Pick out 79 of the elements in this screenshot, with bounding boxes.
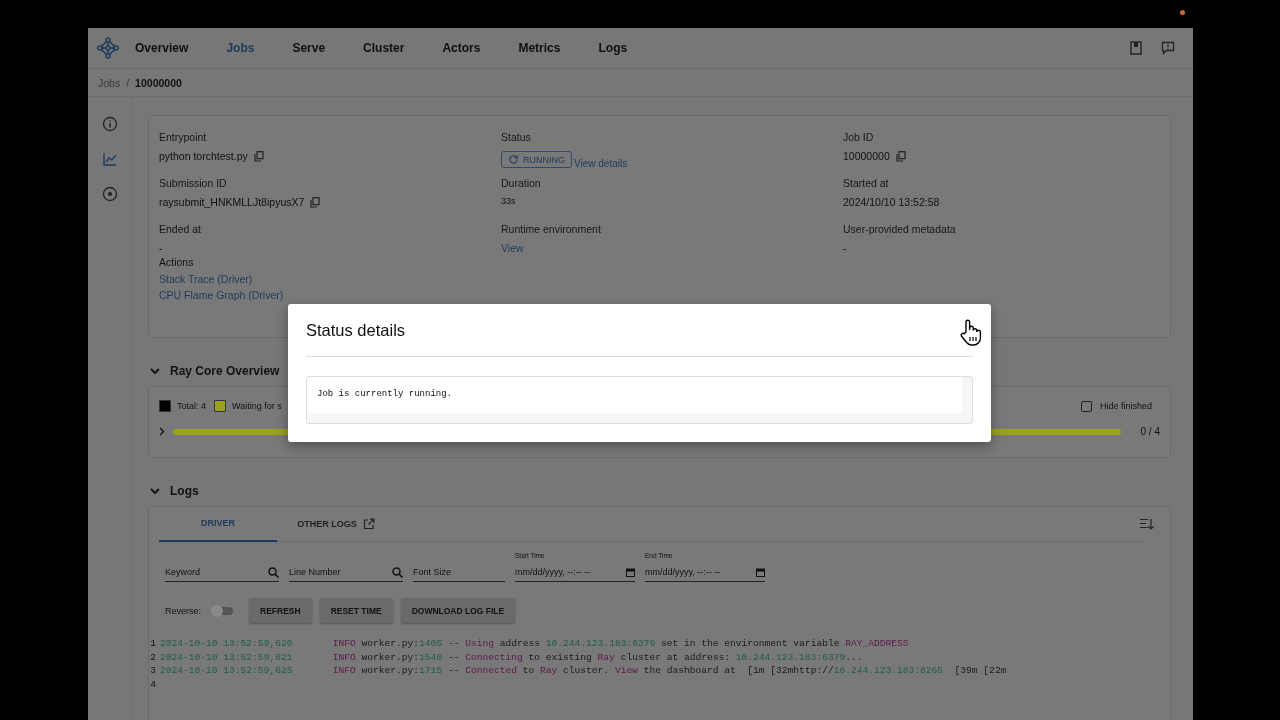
nav-tab[interactable]: Overview [135,41,189,55]
search-icon[interactable] [268,566,279,578]
action-link[interactable]: CPU Flame Graph (Driver) [159,289,1160,301]
chevron-down-icon[interactable] [150,367,160,375]
log-tab[interactable]: OTHER LOGS [277,507,395,541]
action-button[interactable]: DOWNLOAD LOG FILE [400,598,516,623]
hand-cursor-icon [959,318,983,346]
chevron-right-icon[interactable] [159,427,165,436]
view-details-link[interactable]: View details [574,158,628,169]
nav-tab[interactable]: Serve [292,41,326,55]
field-label: Duration [501,177,542,189]
field-label: Runtime environment [501,223,602,235]
nav-tab[interactable]: Cluster [363,41,405,55]
field-label: Job ID [843,131,875,143]
info-icon[interactable] [102,116,118,132]
external-link-icon[interactable] [362,518,375,530]
view-link[interactable]: View [501,242,524,254]
log-line: 2024-10-10 13:52:59,625 INFO worker.py:1715 -- Connected to Ray cluster. View the dashboard at [1m [32mhttp://10.244.123.183:8265 [39m [22m [160,664,1007,678]
log-line: 2024-10-10 13:52:59,620 INFO worker.py:1405 -- Using address 10.244.123.183:6379 set in the environment variable RAY_ADDRESS [160,637,909,651]
sort-icon[interactable] [1140,518,1154,530]
section-title: Ray Core Overview [170,364,280,378]
toggle-switch[interactable] [213,606,233,615]
recording-dot-icon [1180,10,1185,15]
field-label: Status [501,131,532,143]
copy-icon[interactable] [253,150,264,162]
line-number: 2 [150,650,156,664]
actions-label: Actions [159,256,195,268]
nav-tab[interactable]: Metrics [518,41,561,55]
section-title: Logs [170,484,199,498]
nav-tab[interactable]: Logs [598,41,628,55]
field-label: Started at [843,177,890,189]
action-link[interactable]: Stack Trace (Driver) [159,273,1160,285]
logo-icon[interactable] [97,37,119,59]
input-field[interactable]: Line Number [289,563,403,582]
feedback-icon[interactable] [1161,41,1175,55]
legend-label: Waiting for s [232,401,282,411]
checkbox[interactable] [1080,400,1092,412]
dialog-title: Status details [306,320,406,340]
field-value: raysubmit_HNKMLLJt8ipyusX7 [159,196,305,208]
line-number: 4 [150,677,156,691]
log-tab[interactable]: DRIVER [159,506,277,542]
input-field[interactable]: Keyword [165,563,279,582]
breadcrumb-separator: / [126,76,130,89]
field-value: - [159,242,163,254]
target-icon[interactable] [102,186,118,202]
field-label: Entrypoint [159,131,208,143]
action-button[interactable]: RESET TIME [319,598,393,623]
copy-icon[interactable] [895,150,906,162]
date-field[interactable]: mm/dd/yyyy, --:-- -- [515,563,635,582]
copy-icon[interactable] [310,196,321,208]
line-number: 3 [150,664,156,678]
field-value: 10000000 [843,150,890,162]
field-value: python torchtest.py [159,150,248,162]
line-number: 1 [150,637,156,651]
checkbox-label: Hide finished [1099,401,1152,411]
field-label: Ended at [159,223,203,235]
log-line: 2024-10-10 13:52:59,621 INFO worker.py:1540 -- Connecting to existing Ray cluster at address: 10.244.123.183:6379... [160,650,863,664]
field-label: Submission ID [159,177,228,189]
input-field[interactable]: Font Size [413,563,505,582]
status-badge: RUNNING [501,151,572,168]
calendar-icon[interactable] [756,567,765,577]
toggle-label: Reverse: [165,605,201,616]
chart-icon[interactable] [102,151,118,167]
search-icon[interactable] [392,566,403,578]
chevron-down-icon[interactable] [150,487,160,495]
nav-tab[interactable]: Jobs [226,41,255,55]
action-button[interactable]: REFRESH [249,598,312,623]
field-label: User-provided metadata [843,223,957,235]
status-message: Job is currently running. [317,389,453,399]
book-icon[interactable] [1129,41,1143,55]
date-field[interactable]: mm/dd/yyyy, --:-- -- [645,563,765,582]
field-value: 33s [501,196,516,206]
breadcrumb-current: 10000000 [135,76,182,89]
field-value: 2024/10/10 13:52:58 [843,196,940,208]
calendar-icon[interactable] [626,567,635,577]
field-value: - [843,242,847,254]
nav-tab[interactable]: Actors [442,41,481,55]
legend-label: Total: 4 [177,401,207,411]
progress-count: 0 / 4 [1140,426,1160,437]
